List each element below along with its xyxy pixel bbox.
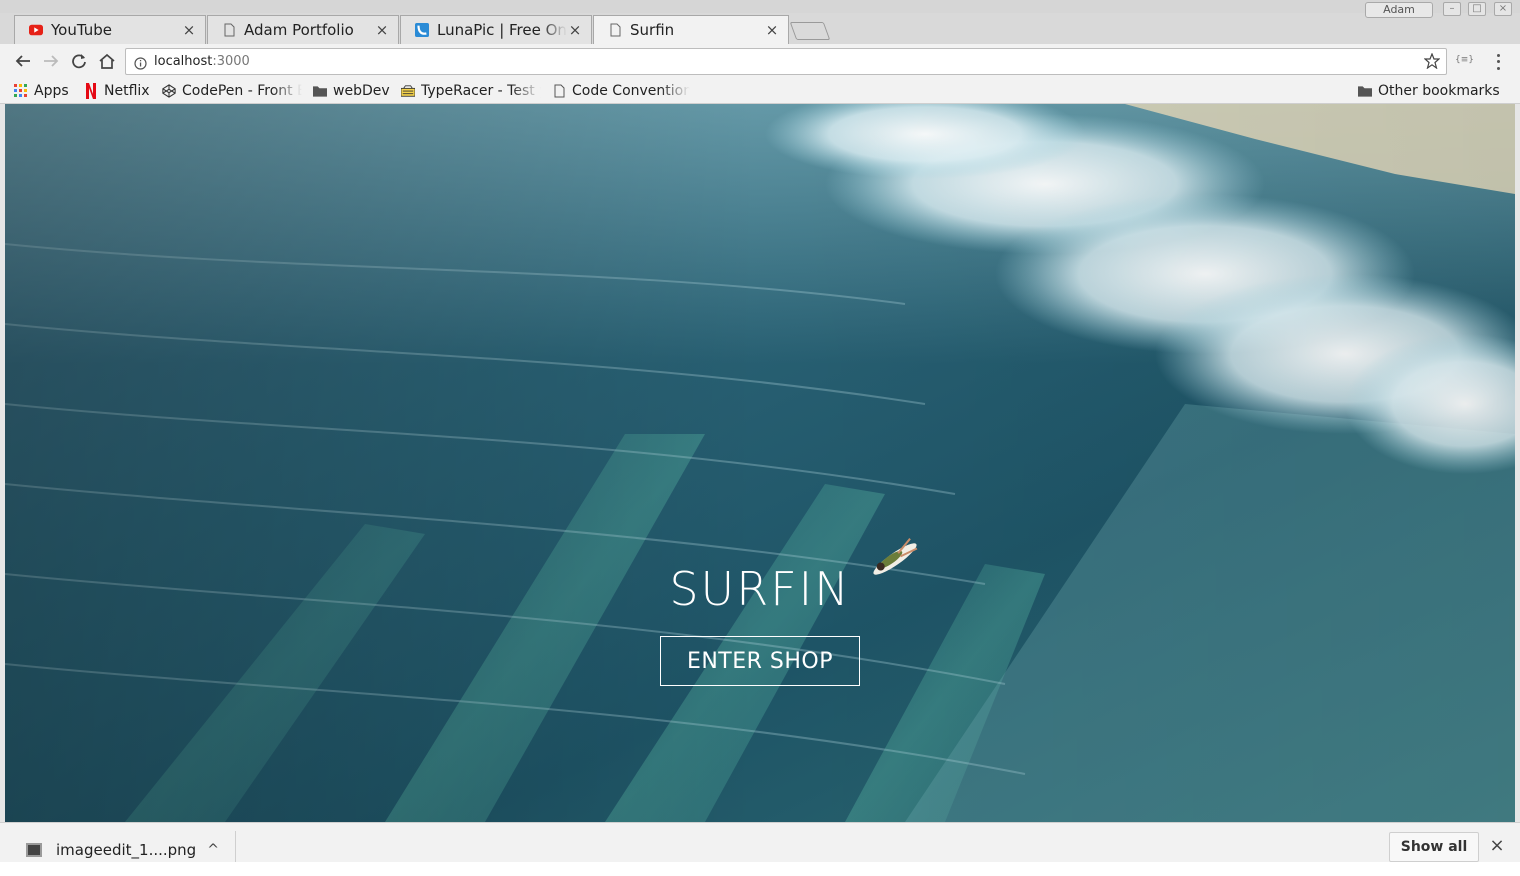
typeracer-icon bbox=[401, 84, 415, 98]
minimize-button[interactable]: – bbox=[1443, 2, 1461, 16]
reload-button[interactable] bbox=[67, 49, 91, 73]
tab-title: YouTube bbox=[51, 21, 112, 39]
tab-strip: YouTube × Adam Portfolio × LunaPic | Fre… bbox=[0, 0, 1520, 44]
home-icon bbox=[99, 53, 115, 69]
tab-youtube[interactable]: YouTube × bbox=[14, 15, 206, 44]
bookmark-label: Apps bbox=[34, 83, 69, 99]
tab-adam-portfolio[interactable]: Adam Portfolio × bbox=[207, 15, 399, 44]
apps-grid-icon bbox=[14, 84, 28, 98]
home-button[interactable] bbox=[95, 49, 119, 73]
close-tab-icon[interactable]: × bbox=[374, 21, 390, 39]
tab-lunapic[interactable]: LunaPic | Free Online × bbox=[400, 15, 592, 44]
netflix-icon bbox=[84, 83, 98, 99]
window-bottom-edge bbox=[0, 862, 1520, 876]
page-icon bbox=[552, 84, 566, 98]
bookmark-netflix[interactable]: Netflix bbox=[84, 81, 154, 101]
close-tab-icon[interactable]: × bbox=[764, 21, 780, 39]
url-text: localhost:3000 bbox=[154, 54, 250, 69]
bookmark-label: CodePen - Front End bbox=[182, 83, 302, 99]
bookmark-typeracer[interactable]: TypeRacer - Test your bbox=[401, 81, 541, 101]
bookmark-label: webDev bbox=[333, 83, 390, 99]
chevron-up-icon[interactable]: ^ bbox=[207, 842, 219, 858]
bookmark-code-conventions[interactable]: Code Conventions bbox=[552, 81, 690, 101]
back-button[interactable] bbox=[11, 49, 35, 73]
page-viewport: SURFIN ENTER SHOP bbox=[5, 104, 1515, 822]
browser-window: YouTube × Adam Portfolio × LunaPic | Fre… bbox=[0, 0, 1520, 876]
folder-icon bbox=[1358, 84, 1372, 98]
bookmark-label: Other bookmarks bbox=[1378, 83, 1500, 99]
title-bar bbox=[0, 0, 1520, 13]
close-icon[interactable]: × bbox=[1488, 836, 1506, 856]
hero-title: SURFIN bbox=[669, 562, 851, 616]
arrow-left-icon bbox=[15, 55, 30, 67]
tab-title: Adam Portfolio bbox=[244, 21, 354, 39]
bookmark-apps[interactable]: Apps bbox=[14, 81, 74, 101]
bookmark-label: TypeRacer - Test your bbox=[421, 83, 541, 99]
extension-icon[interactable]: {≡} bbox=[1455, 55, 1474, 65]
info-icon[interactable] bbox=[134, 55, 147, 74]
bookmark-label: Code Conventions bbox=[572, 83, 690, 99]
page-icon bbox=[222, 23, 236, 37]
profile-button[interactable]: Adam bbox=[1365, 2, 1433, 18]
close-tab-icon[interactable]: × bbox=[181, 21, 197, 39]
new-tab-button[interactable] bbox=[789, 22, 831, 40]
arrow-right-icon bbox=[44, 55, 59, 67]
youtube-icon bbox=[29, 23, 43, 37]
bookmark-webdev[interactable]: webDev bbox=[313, 81, 393, 101]
forward-button[interactable] bbox=[39, 49, 63, 73]
close-window-button[interactable]: × bbox=[1494, 2, 1512, 16]
download-filename: imageedit_1....png bbox=[56, 841, 197, 859]
url-host: localhost bbox=[154, 54, 213, 69]
menu-kebab-icon[interactable] bbox=[1490, 52, 1506, 72]
bookmark-star-icon[interactable] bbox=[1423, 52, 1441, 73]
url-port: :3000 bbox=[212, 54, 250, 69]
bookmark-other[interactable]: Other bookmarks bbox=[1358, 81, 1508, 101]
hero-section: SURFIN ENTER SHOP bbox=[5, 104, 1515, 822]
address-bar[interactable]: localhost:3000 bbox=[125, 48, 1447, 75]
tab-title: Surfin bbox=[630, 21, 675, 39]
bookmark-codepen[interactable]: CodePen - Front End bbox=[162, 81, 302, 101]
folder-icon bbox=[313, 84, 327, 98]
bookmark-label: Netflix bbox=[104, 83, 150, 99]
reload-icon bbox=[72, 54, 86, 69]
close-tab-icon[interactable]: × bbox=[567, 21, 583, 39]
codepen-icon bbox=[162, 84, 176, 98]
tab-title: LunaPic | Free Online bbox=[437, 21, 567, 39]
show-all-button[interactable]: Show all bbox=[1389, 832, 1479, 862]
image-file-icon bbox=[26, 843, 42, 857]
enter-shop-button[interactable]: ENTER SHOP bbox=[660, 636, 860, 686]
tab-surfin[interactable]: Surfin × bbox=[593, 15, 789, 44]
page-icon bbox=[608, 23, 622, 37]
maximize-button[interactable]: □ bbox=[1468, 2, 1486, 16]
lunapic-icon bbox=[415, 23, 429, 37]
bookmarks-bar: Apps Netflix CodePen - Front End webDev bbox=[0, 78, 1520, 104]
